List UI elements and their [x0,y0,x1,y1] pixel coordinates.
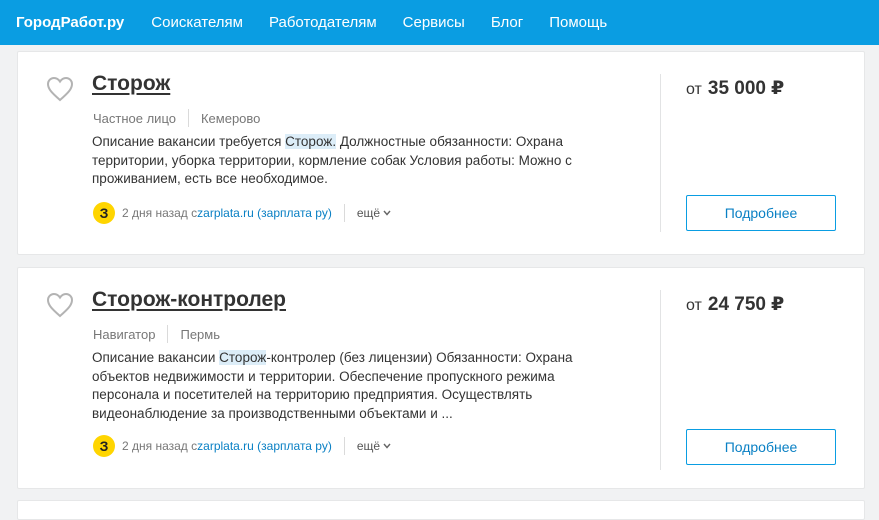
details-button[interactable]: Подробнее [686,195,836,231]
vacancy-city: Пермь [180,326,220,342]
chevron-down-icon [383,208,391,218]
card-divider [660,74,661,232]
employer-name: Навигатор [93,326,156,342]
vacancy-meta: Навигатор Пермь [93,325,220,343]
salary: от 35 000 ₽ [686,77,784,100]
vacancy-description: Описание вакансии Сторож-контролер (без … [92,349,592,423]
salary-prefix: от [686,297,702,314]
description-text: Описание вакансии [92,350,220,365]
top-navigation: ГородРабот.ру Соискателям Работодателям … [0,0,879,45]
vacancy-title[interactable]: Сторож-контролер [92,288,286,312]
card-divider [660,290,661,470]
more-dropdown[interactable]: ещё [357,439,391,453]
source-divider [343,437,345,455]
meta-divider [167,325,169,343]
nav-item-employers[interactable]: Работодателям [269,14,377,31]
zarplata-badge-icon: З [93,435,115,457]
nav-item-job-seekers[interactable]: Соискателям [151,14,243,31]
favorite-heart-icon[interactable] [46,76,74,102]
source-link[interactable]: zarplata.ru (зарплата ру) [197,439,332,453]
description-text: Описание вакансии требуется [92,134,286,149]
employer-name: Частное лицо [93,110,176,126]
chevron-down-icon [383,441,391,451]
zarplata-badge-icon: З [93,202,115,224]
vacancy-description: Описание вакансии требуется Сторож. Долж… [92,133,592,189]
site-logo[interactable]: ГородРабот.ру [16,14,124,31]
salary-amount: 24 750 [707,294,766,315]
salary: от 24 750 ₽ [686,293,784,316]
vacancy-source-row: З 2 дня назад с zarplata.ru (зарплата ру… [93,202,391,224]
source-divider [343,204,345,222]
nav-item-services[interactable]: Сервисы [403,14,465,31]
vacancy-card-partial [17,500,865,520]
vacancy-title[interactable]: Сторож [92,72,170,96]
source-link[interactable]: zarplata.ru (зарплата ру) [197,206,332,220]
meta-divider [187,109,189,127]
nav-item-blog[interactable]: Блог [491,14,523,31]
vacancy-card: Сторож Частное лицо Кемерово Описание ва… [17,51,865,255]
salary-prefix: от [686,81,702,98]
vacancy-meta: Частное лицо Кемерово [93,109,260,127]
more-label: ещё [356,206,381,220]
posted-time: 2 дня назад с [122,439,198,453]
nav-item-help[interactable]: Помощь [549,14,607,31]
vacancy-card: Сторож-контролер Навигатор Пермь Описани… [17,267,865,489]
more-dropdown[interactable]: ещё [357,206,391,220]
currency-symbol: ₽ [771,78,785,99]
vacancy-source-row: З 2 дня назад с zarplata.ru (зарплата ру… [93,435,391,457]
salary-amount: 35 000 [707,78,766,99]
search-highlight: Сторож [219,350,267,365]
posted-time: 2 дня назад с [122,206,198,220]
currency-symbol: ₽ [771,294,785,315]
details-button[interactable]: Подробнее [686,429,836,465]
more-label: ещё [356,439,381,453]
favorite-heart-icon[interactable] [46,292,74,318]
search-highlight: Сторож. [285,134,337,149]
vacancy-city: Кемерово [200,110,261,126]
